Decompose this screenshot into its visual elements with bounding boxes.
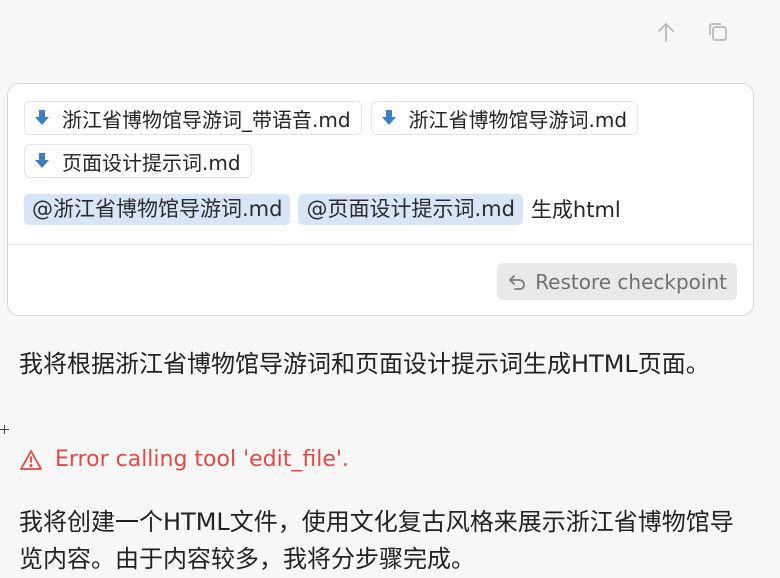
error-text: Error calling tool 'edit_file'.	[55, 447, 349, 472]
undo-icon	[508, 273, 526, 291]
message-actions	[650, 18, 734, 46]
assistant-message: 我将根据浙江省博物馆导游词和页面设计提示词生成HTML页面。	[19, 350, 710, 378]
user-message-card[interactable]: 浙江省博物馆导游词_带语音.md 浙江省博物馆导游词.md 页面设计提示词.md…	[7, 83, 754, 316]
crosshair-cursor-icon	[0, 425, 9, 434]
chat-panel: 浙江省博物馆导游词_带语音.md 浙江省博物馆导游词.md 页面设计提示词.md…	[0, 0, 780, 578]
copy-button[interactable]	[702, 18, 734, 46]
assistant-message: 我将创建一个HTML文件，使用文化复古风格来展示浙江省博物馆导览内容。由于内容较…	[19, 508, 734, 573]
copy-icon	[707, 21, 729, 43]
attachment-chip[interactable]: 页面设计提示词.md	[24, 144, 252, 178]
arrow-up-icon	[656, 21, 676, 43]
attachment-label: 页面设计提示词.md	[62, 150, 241, 175]
scroll-up-button[interactable]	[650, 18, 682, 46]
file-mention[interactable]: @页面设计提示词.md	[298, 194, 523, 225]
restore-checkpoint-label: Restore checkpoint	[535, 269, 727, 294]
warning-triangle-icon	[19, 449, 43, 471]
divider	[8, 244, 753, 245]
file-mention[interactable]: @浙江省博物馆导游词.md	[24, 194, 291, 225]
download-arrow-icon	[34, 109, 50, 127]
download-arrow-icon	[381, 109, 397, 127]
attachment-label: 浙江省博物馆导游词_带语音.md	[62, 107, 351, 132]
restore-checkpoint-button[interactable]: Restore checkpoint	[497, 263, 737, 300]
prompt-text-line: @浙江省博物馆导游词.md @页面设计提示词.md 生成html	[24, 194, 621, 225]
download-arrow-icon	[34, 152, 50, 170]
attachment-list: 浙江省博物馆导游词_带语音.md 浙江省博物馆导游词.md 页面设计提示词.md	[24, 101, 714, 178]
prompt-text: 生成html	[530, 197, 621, 222]
attachment-chip[interactable]: 浙江省博物馆导游词_带语音.md	[24, 101, 362, 135]
attachment-label: 浙江省博物馆导游词.md	[408, 107, 628, 132]
tool-error-message: Error calling tool 'edit_file'.	[19, 447, 349, 472]
attachment-chip[interactable]: 浙江省博物馆导游词.md	[370, 101, 639, 135]
